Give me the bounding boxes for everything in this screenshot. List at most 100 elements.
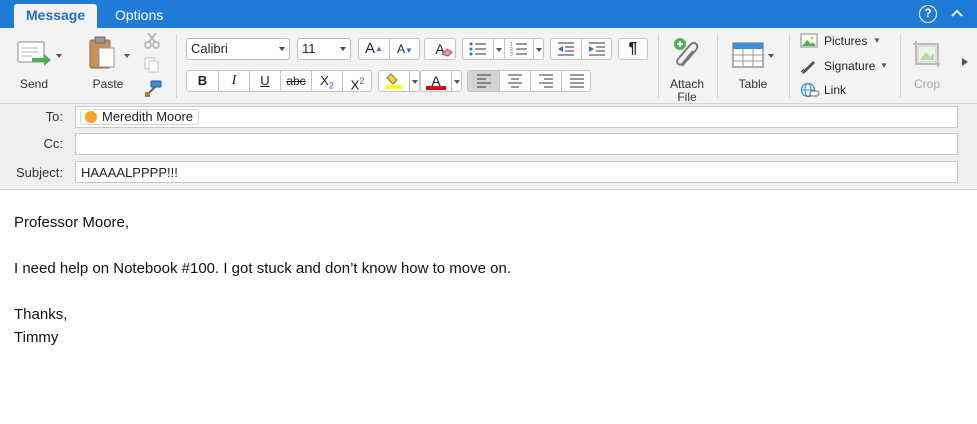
- link-button[interactable]: Link: [800, 81, 860, 99]
- body-line: [14, 280, 963, 303]
- to-label: To:: [45, 109, 63, 124]
- table-dropdown-arrow[interactable]: [768, 54, 774, 58]
- font-name-select[interactable]: Calibri: [186, 38, 290, 60]
- body-line: I need help on Notebook #100. I got stuc…: [14, 260, 511, 277]
- ribbon-separator: [717, 34, 718, 98]
- underline-button[interactable]: U: [250, 71, 280, 91]
- collapse-ribbon-icon[interactable]: [949, 6, 965, 22]
- shrink-font-button[interactable]: A▼: [390, 39, 420, 59]
- paste-label: Paste: [92, 77, 124, 91]
- font-size-select[interactable]: 11: [297, 38, 351, 60]
- font-color-button[interactable]: A: [421, 71, 451, 91]
- justify-button[interactable]: [562, 71, 591, 91]
- subject-field[interactable]: HAAAALPPPP!!!: [75, 161, 958, 183]
- send-button[interactable]: Send: [6, 32, 62, 96]
- pen-icon: [800, 61, 815, 74]
- align-right-icon: [539, 74, 553, 88]
- crop-icon: [913, 41, 940, 67]
- format-painter-icon[interactable]: [143, 80, 163, 98]
- pilcrow-icon: ¶: [628, 40, 638, 57]
- triangle-up-icon: ▲: [375, 44, 383, 53]
- send-icon: [17, 41, 51, 66]
- decrease-indent-button[interactable]: [551, 39, 581, 59]
- cc-field[interactable]: [75, 133, 958, 155]
- font-name-value: Calibri: [191, 41, 228, 56]
- bullet-list-icon: [469, 42, 486, 56]
- highlight-group: [378, 70, 420, 92]
- subject-label: Subject:: [16, 165, 63, 180]
- subscript-x: X: [320, 73, 329, 88]
- align-center-button[interactable]: [500, 71, 530, 91]
- chevron-down-icon: ▼: [880, 61, 888, 70]
- ribbon-tab-bar: Message Options ?: [0, 0, 977, 28]
- font-color-group: A: [420, 70, 462, 92]
- send-dropdown-arrow[interactable]: [56, 54, 62, 58]
- help-icon[interactable]: ?: [919, 5, 937, 23]
- recipient-chip[interactable]: Meredith Moore: [80, 109, 200, 125]
- list-group: 123: [462, 38, 544, 60]
- message-body[interactable]: Professor Moore, I need help on Notebook…: [0, 191, 977, 424]
- tab-options[interactable]: Options: [103, 4, 175, 28]
- subscript-mark: 2: [328, 80, 334, 91]
- attach-file-button[interactable]: Attach File: [662, 32, 712, 104]
- eraser-icon: [441, 48, 453, 57]
- alignment-group: [467, 70, 591, 92]
- align-left-button[interactable]: [468, 71, 499, 91]
- send-label: Send: [19, 77, 49, 91]
- recipient-name: Meredith Moore: [102, 109, 194, 124]
- tab-message[interactable]: Message: [14, 4, 98, 28]
- increase-indent-button[interactable]: [582, 39, 612, 59]
- paste-button[interactable]: Paste: [80, 32, 136, 96]
- highlight-dropdown[interactable]: [410, 71, 420, 91]
- bold-button[interactable]: B: [187, 71, 218, 91]
- crop-label: Crop: [913, 77, 940, 91]
- table-icon: [732, 42, 764, 68]
- clear-formatting-button[interactable]: A: [424, 38, 456, 60]
- ribbon-separator: [900, 34, 901, 98]
- chevron-down-icon: [279, 47, 285, 51]
- signature-button[interactable]: Signature ▼: [800, 57, 896, 75]
- table-button[interactable]: Table: [724, 32, 782, 96]
- highlight-button[interactable]: [379, 71, 409, 91]
- copy-icon[interactable]: [143, 56, 161, 74]
- crop-button[interactable]: Crop: [903, 32, 951, 96]
- svg-text:3: 3: [510, 52, 513, 56]
- highlighter-icon: [386, 73, 402, 89]
- link-label: Link: [824, 83, 847, 97]
- outdent-icon: [558, 42, 574, 56]
- font-size-step-group: A▲ A▼: [358, 38, 420, 60]
- numbering-dropdown[interactable]: [534, 39, 544, 59]
- ribbon-separator: [658, 34, 659, 98]
- subject-value: HAAAALPPPP!!!: [81, 165, 178, 180]
- ribbon-separator: [176, 34, 177, 98]
- bullets-button[interactable]: [463, 39, 493, 59]
- to-field[interactable]: Meredith Moore: [75, 106, 958, 128]
- body-line: Thanks,: [14, 306, 68, 323]
- show-formatting-button[interactable]: ¶: [618, 38, 648, 60]
- chevron-down-icon: [340, 47, 346, 51]
- bullets-dropdown[interactable]: [494, 39, 504, 59]
- cut-icon[interactable]: [143, 32, 161, 50]
- font-color-swatch: [426, 86, 446, 90]
- font-color-dropdown[interactable]: [452, 71, 462, 91]
- message-header: To: Meredith Moore Cc: Subject: HAAAALPP…: [0, 104, 977, 190]
- body-line: Professor Moore,: [14, 214, 130, 231]
- grow-font-button[interactable]: A▲: [359, 39, 389, 59]
- attach-label-2: File: [677, 90, 697, 104]
- ribbon: Send Paste Calibri 11 A▲ A▼ A 1 2 3 ¶ B …: [0, 28, 977, 104]
- numbering-button[interactable]: 123: [505, 39, 533, 59]
- text-style-group: B I U abc X2 X2: [186, 70, 372, 92]
- strikethrough-button[interactable]: abc: [281, 71, 311, 91]
- indent-group: [550, 38, 612, 60]
- numbered-list-icon: 123: [510, 42, 527, 58]
- triangle-down-icon: ▼: [405, 46, 413, 55]
- subscript-button[interactable]: X2: [312, 71, 342, 91]
- ribbon-separator: [789, 34, 790, 98]
- paste-dropdown-arrow[interactable]: [124, 54, 130, 58]
- pictures-button[interactable]: Pictures ▼: [800, 32, 890, 50]
- italic-button[interactable]: I: [219, 71, 249, 91]
- superscript-button[interactable]: X2: [343, 71, 372, 92]
- font-size-value: 11: [302, 41, 316, 56]
- ribbon-more-arrow[interactable]: [962, 58, 968, 66]
- align-right-button[interactable]: [531, 71, 561, 91]
